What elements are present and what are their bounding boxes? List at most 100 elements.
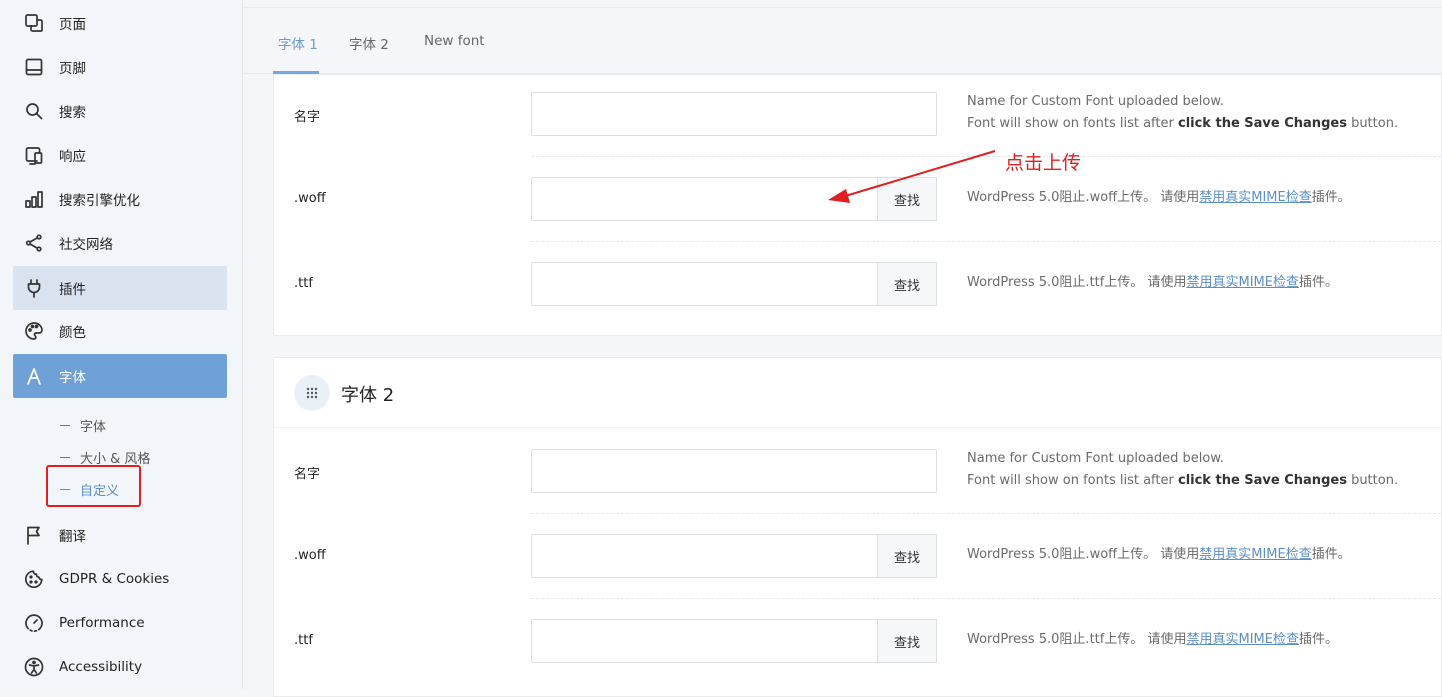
name-help-text: Font will show on fonts list after <box>967 116 1178 131</box>
ttf-help: WordPress 5.0阻止.ttf上传。 请使用禁用真实MIME检查插件。 <box>967 272 1338 294</box>
sidebar-item-gdpr[interactable]: GDPR & Cookies <box>13 557 227 601</box>
palette-icon <box>23 320 45 342</box>
tab-bar: 字体 1 字体 2 New font <box>243 8 1442 74</box>
top-strip <box>243 0 1442 8</box>
name-help-line2: Font will show on fonts list after click… <box>967 470 1398 492</box>
font2-woff-input[interactable] <box>531 534 878 578</box>
sidebar: 页面 页脚 搜索 响应 搜索引擎优化 社交网络 插件 颜色 字体 字体 大小 &… <box>0 0 243 689</box>
sidebar-item-label: 搜索 <box>59 105 86 121</box>
seo-chart-icon <box>23 188 45 210</box>
name-help-text: button. <box>1346 116 1399 131</box>
drag-handle-icon[interactable] <box>294 375 330 411</box>
woff-help-text: 插件。 <box>1311 547 1351 562</box>
speedometer-icon <box>23 612 45 634</box>
dash-icon <box>60 425 70 426</box>
woff-help-text: WordPress 5.0阻止.woff上传。 请使用 <box>967 547 1200 562</box>
ttf-help-text: WordPress 5.0阻止.ttf上传。 请使用 <box>967 275 1187 290</box>
divider <box>531 513 1441 514</box>
font1-ttf-input[interactable] <box>531 262 878 306</box>
sidebar-item-label: 页脚 <box>59 61 86 77</box>
font1-ttf-browse-button[interactable]: 查找 <box>877 262 937 306</box>
tab-font-2[interactable]: 字体 2 <box>349 33 389 53</box>
woff-help-text: 插件。 <box>1311 190 1351 205</box>
sidebar-item-footer[interactable]: 页脚 <box>13 45 227 89</box>
name-label: 名字 <box>294 110 321 125</box>
sidebar-item-fonts[interactable]: 字体 <box>13 354 227 398</box>
divider <box>531 598 1441 599</box>
font2-ttf-input[interactable] <box>531 619 878 663</box>
sidebar-item-search[interactable]: 搜索 <box>13 89 227 133</box>
name-label: 名字 <box>294 467 321 482</box>
ttf-label: .ttf <box>294 276 313 291</box>
font2-ttf-browse-button[interactable]: 查找 <box>877 619 937 663</box>
cookie-icon <box>23 568 45 590</box>
name-help: Name for Custom Font uploaded below. Fon… <box>967 448 1398 492</box>
sidebar-item-social[interactable]: 社交网络 <box>13 221 227 265</box>
ttf-help-text: WordPress 5.0阻止.ttf上传。 请使用 <box>967 632 1187 647</box>
font1-name-input[interactable] <box>531 92 937 136</box>
footer-icon <box>23 56 45 78</box>
ttf-help: WordPress 5.0阻止.ttf上传。 请使用禁用真实MIME检查插件。 <box>967 629 1338 651</box>
font-icon <box>23 365 45 387</box>
disable-mime-check-link[interactable]: 禁用真实MIME检查 <box>1199 190 1311 205</box>
font2-name-input[interactable] <box>531 449 937 493</box>
sidebar-item-label: Accessibility <box>59 659 143 675</box>
sidebar-item-accessibility[interactable]: Accessibility <box>13 645 227 689</box>
sidebar-item-plugins[interactable]: 插件 <box>13 266 227 310</box>
sidebar-item-label: 翻译 <box>59 529 86 545</box>
name-help-bold: click the Save Changes <box>1177 473 1347 488</box>
sidebar-item-colors[interactable]: 颜色 <box>13 309 227 353</box>
sidebar-item-performance[interactable]: Performance <box>13 601 227 645</box>
disable-mime-check-link[interactable]: 禁用真实MIME检查 <box>1186 275 1298 290</box>
plug-icon <box>23 277 45 299</box>
tab-font-1[interactable]: 字体 1 <box>278 33 318 53</box>
sidebar-item-label: 页面 <box>59 17 86 33</box>
sidebar-subitem-fonts[interactable]: 字体 <box>60 416 106 435</box>
woff-label: .woff <box>294 548 326 563</box>
tab-new-font[interactable]: New font <box>424 33 485 49</box>
font1-woff-browse-button[interactable]: 查找 <box>877 177 937 221</box>
sidebar-item-label: 字体 <box>59 370 86 386</box>
divider <box>531 156 1441 157</box>
section-title: 字体 2 <box>341 385 395 406</box>
ttf-help-text: 插件。 <box>1298 275 1338 290</box>
sidebar-item-pages[interactable]: 页面 <box>13 1 227 45</box>
sidebar-item-label: Performance <box>59 615 145 631</box>
name-help-bold: click the Save Changes <box>1177 116 1347 131</box>
ttf-help-text: 插件。 <box>1298 632 1338 647</box>
share-icon <box>23 232 45 254</box>
name-help-line1: Name for Custom Font uploaded below. <box>967 94 1224 109</box>
search-icon <box>23 100 45 122</box>
name-help-text: Font will show on fonts list after <box>967 473 1178 488</box>
name-help-line2: Font will show on fonts list after click… <box>967 113 1398 135</box>
sidebar-item-seo[interactable]: 搜索引擎优化 <box>13 177 227 221</box>
disable-mime-check-link[interactable]: 禁用真实MIME检查 <box>1186 632 1298 647</box>
font1-woff-input[interactable] <box>531 177 878 221</box>
font2-woff-browse-button[interactable]: 查找 <box>877 534 937 578</box>
font1-panel: 名字 Name for Custom Font uploaded below. … <box>273 74 1442 336</box>
dash-icon <box>60 457 70 458</box>
sidebar-item-label: 搜索引擎优化 <box>59 193 140 209</box>
woff-label: .woff <box>294 191 326 206</box>
responsive-icon <box>23 144 45 166</box>
flag-icon <box>23 524 45 546</box>
sidebar-subitem-label: 字体 <box>80 420 107 435</box>
sidebar-item-responsive[interactable]: 响应 <box>13 133 227 177</box>
sidebar-item-label: 插件 <box>59 282 86 298</box>
accessibility-icon <box>23 656 45 678</box>
disable-mime-check-link[interactable]: 禁用真实MIME检查 <box>1199 547 1311 562</box>
name-help-line1: Name for Custom Font uploaded below. <box>967 451 1224 466</box>
woff-help: WordPress 5.0阻止.woff上传。 请使用禁用真实MIME检查插件。 <box>967 187 1351 209</box>
pages-icon <box>23 12 45 34</box>
sidebar-item-label: GDPR & Cookies <box>59 571 170 587</box>
font2-header: 字体 2 <box>274 358 1442 428</box>
font2-panel: 字体 2 名字 Name for Custom Font uploaded be… <box>273 357 1442 697</box>
name-help-text: button. <box>1346 473 1399 488</box>
highlight-box <box>46 465 141 507</box>
divider <box>531 241 1441 242</box>
upload-annotation: 点击上传 <box>1005 152 1082 174</box>
name-help: Name for Custom Font uploaded below. Fon… <box>967 91 1398 135</box>
sidebar-item-translate[interactable]: 翻译 <box>13 513 227 557</box>
ttf-label: .ttf <box>294 633 313 648</box>
sidebar-item-label: 颜色 <box>59 325 86 341</box>
